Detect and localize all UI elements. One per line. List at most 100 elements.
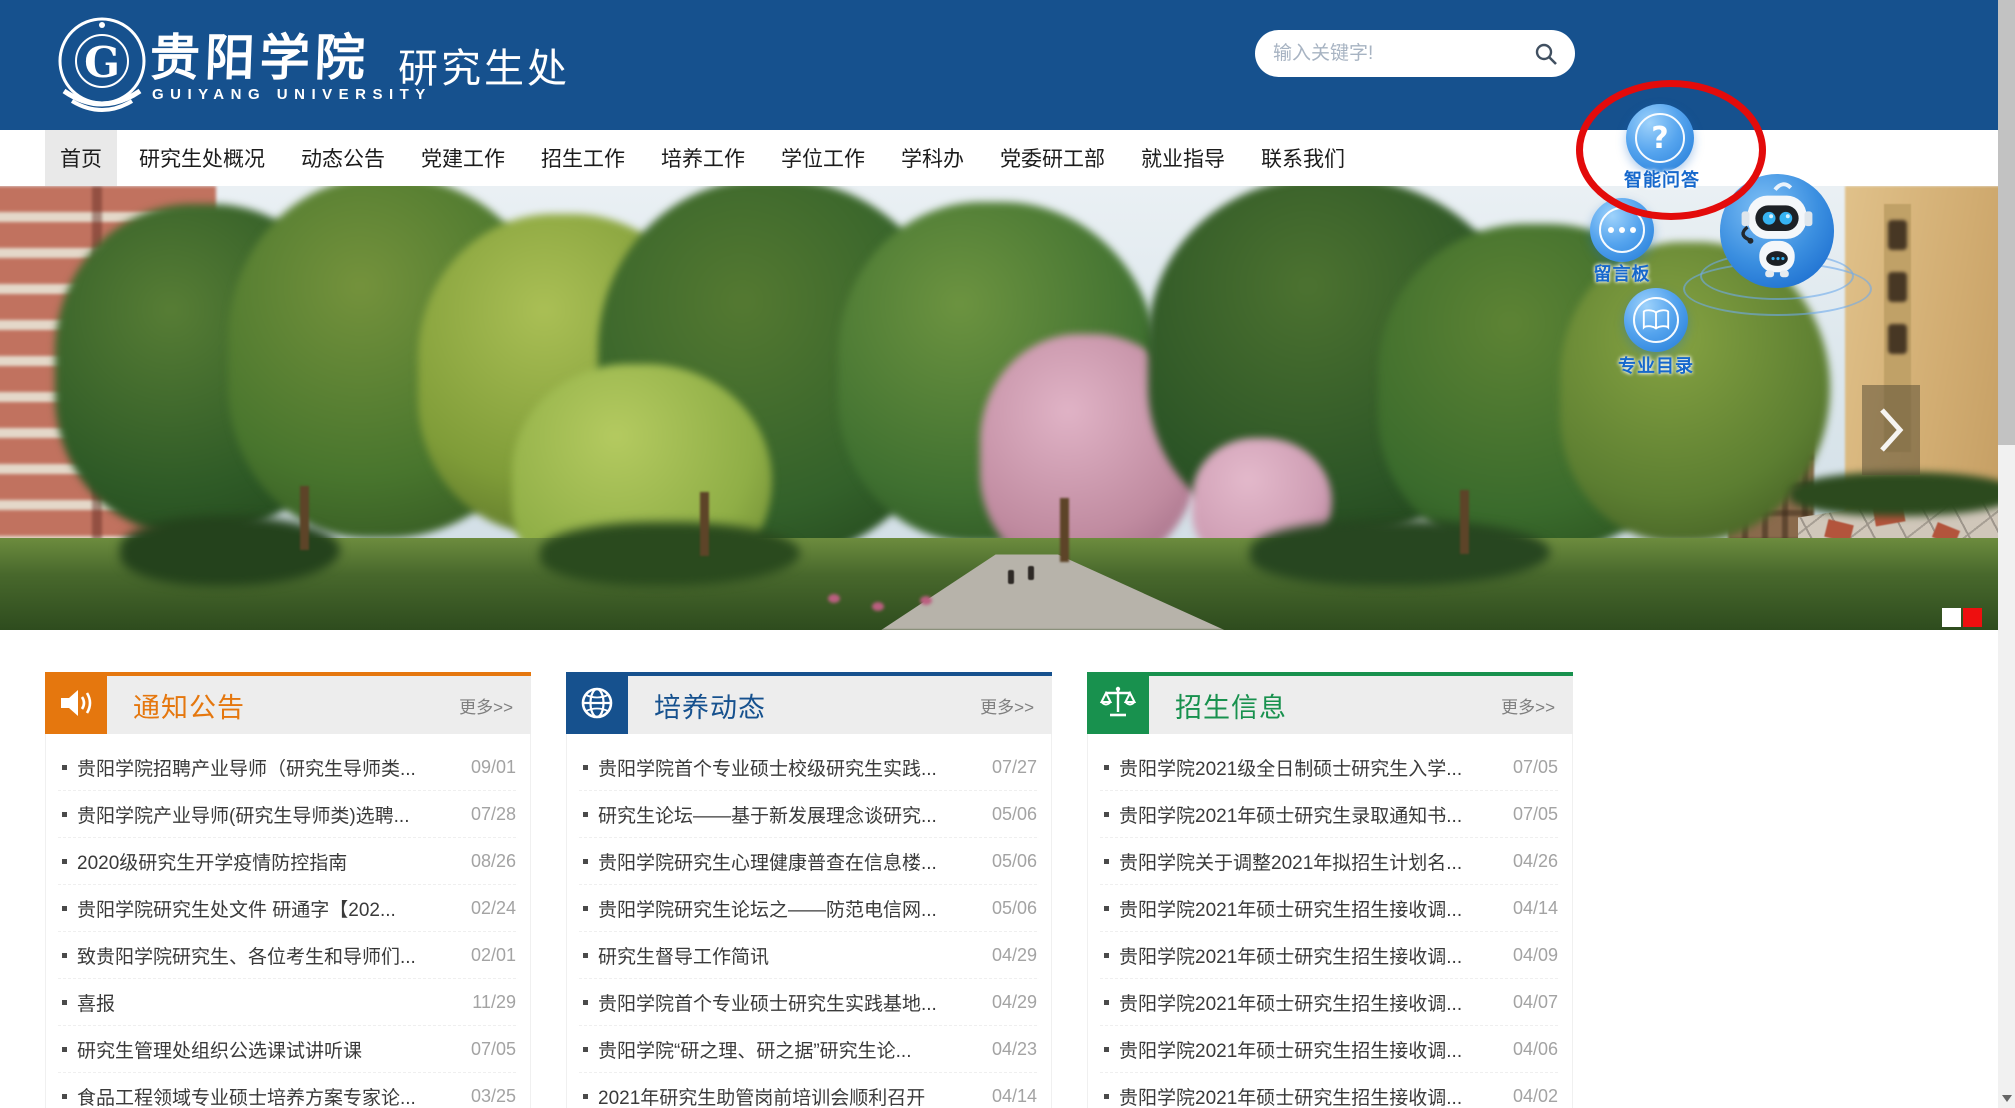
- list-item[interactable]: 贵阳学院“研之理、研之据”研究生论...04/23: [579, 1026, 1037, 1073]
- news-date: 07/28: [471, 804, 516, 825]
- news-link[interactable]: 研究生论坛——基于新发展理念谈研究...: [598, 801, 978, 828]
- news-link[interactable]: 食品工程领域专业硕士培养方案专家论...: [77, 1083, 457, 1108]
- nav-item-admissions[interactable]: 招生工作: [541, 130, 625, 186]
- list-item[interactable]: 贵阳学院2021年硕士研究生招生接收调...04/07: [1100, 979, 1558, 1026]
- next-arrow-icon: [1876, 404, 1906, 456]
- message-board-button[interactable]: [1590, 198, 1654, 262]
- bullet-icon: [62, 953, 67, 958]
- news-link[interactable]: 贵阳学院2021年硕士研究生招生接收调...: [1119, 989, 1499, 1016]
- scrollbar-thumb[interactable]: [1998, 0, 2015, 445]
- bullet-icon: [62, 906, 67, 911]
- list-item[interactable]: 贵阳学院首个专业硕士校级研究生实践...07/27: [579, 744, 1037, 791]
- speaker-icon: [58, 686, 94, 720]
- nav-item-training[interactable]: 培养工作: [661, 130, 745, 186]
- nav-item-announcements[interactable]: 动态公告: [301, 130, 385, 186]
- more-link[interactable]: 更多>>: [459, 693, 513, 718]
- list-item[interactable]: 贵阳学院关于调整2021年拟招生计划名...04/26: [1100, 838, 1558, 885]
- list-item[interactable]: 研究生督导工作简讯04/29: [579, 932, 1037, 979]
- list-item[interactable]: 2020级研究生开学疫情防控指南08/26: [58, 838, 516, 885]
- list-item[interactable]: 贵阳学院研究生论坛之——防范电信网... 05/06: [579, 885, 1037, 932]
- carousel-dot-2-active[interactable]: [1963, 608, 1982, 627]
- more-link[interactable]: 更多>>: [980, 693, 1034, 718]
- news-panels: 通知公告 更多>> 贵阳学院招聘产业导师（研究生导师类...09/01贵阳学院产…: [45, 672, 1573, 1108]
- news-link[interactable]: 贵阳学院2021年硕士研究生招生接收调...: [1119, 942, 1499, 969]
- nav-item-home[interactable]: 首页: [45, 130, 117, 186]
- nav-item-discipline[interactable]: 学科办: [901, 130, 964, 186]
- bullet-icon: [62, 1094, 67, 1099]
- bullet-icon: [1104, 859, 1109, 864]
- chat-dots-icon: [1599, 207, 1645, 253]
- nav-item-career[interactable]: 就业指导: [1141, 130, 1225, 186]
- list-item[interactable]: 贵阳学院2021年硕士研究生录取通知书...07/05: [1100, 791, 1558, 838]
- news-link[interactable]: 贵阳学院产业导师(研究生导师类)选聘...: [77, 801, 457, 828]
- main-nav: 首页 研究生处概况 动态公告 党建工作 招生工作 培养工作 学位工作 学科办 党…: [0, 130, 2015, 186]
- news-date: 05/06: [992, 804, 1037, 825]
- list-item[interactable]: 研究生论坛——基于新发展理念谈研究... 05/06: [579, 791, 1037, 838]
- nav-item-party-building[interactable]: 党建工作: [421, 130, 505, 186]
- news-link[interactable]: 贵阳学院研究生心理健康普查在信息楼...: [598, 848, 978, 875]
- news-link[interactable]: 2020级研究生开学疫情防控指南: [77, 848, 457, 875]
- nav-item-contact[interactable]: 联系我们: [1261, 130, 1345, 186]
- search-icon[interactable]: [1533, 41, 1559, 67]
- bullet-icon: [1104, 1094, 1109, 1099]
- news-date: 04/09: [1513, 945, 1558, 966]
- list-item[interactable]: 贵阳学院2021级全日制硕士研究生入学...07/05: [1100, 744, 1558, 791]
- list-item[interactable]: 贵阳学院产业导师(研究生导师类)选聘... 07/28: [58, 791, 516, 838]
- news-link[interactable]: 致贵阳学院研究生、各位考生和导师们...: [77, 942, 457, 969]
- news-link[interactable]: 贵阳学院2021年硕士研究生招生接收调...: [1119, 895, 1499, 922]
- news-link[interactable]: 贵阳学院“研之理、研之据”研究生论...: [598, 1036, 978, 1063]
- list-item[interactable]: 致贵阳学院研究生、各位考生和导师们...02/01: [58, 932, 516, 979]
- nav-item-overview[interactable]: 研究生处概况: [139, 130, 265, 186]
- university-logo[interactable]: G: [50, 13, 154, 117]
- news-link[interactable]: 贵阳学院2021年硕士研究生招生接收调...: [1119, 1083, 1499, 1108]
- news-link[interactable]: 贵阳学院招聘产业导师（研究生导师类...: [77, 754, 457, 781]
- news-link[interactable]: 贵阳学院2021年硕士研究生录取通知书...: [1119, 801, 1499, 828]
- smart-qa-button[interactable]: ?: [1626, 104, 1694, 172]
- more-link[interactable]: 更多>>: [1501, 693, 1555, 718]
- bullet-icon: [62, 1047, 67, 1052]
- list-item[interactable]: 贵阳学院2021年硕士研究生招生接收调... 04/09: [1100, 932, 1558, 979]
- list-item[interactable]: 食品工程领域专业硕士培养方案专家论...03/25: [58, 1073, 516, 1108]
- news-link[interactable]: 贵阳学院2021年硕士研究生招生接收调...: [1119, 1036, 1499, 1063]
- news-link[interactable]: 2021年研究生助管岗前培训会顺利召开: [598, 1083, 978, 1108]
- news-link[interactable]: 研究生督导工作简讯: [598, 942, 978, 969]
- news-link[interactable]: 喜报: [77, 989, 458, 1016]
- news-date: 07/05: [471, 1039, 516, 1060]
- news-link[interactable]: 贵阳学院关于调整2021年拟招生计划名...: [1119, 848, 1499, 875]
- list-item[interactable]: 贵阳学院首个专业硕士研究生实践基地...04/29: [579, 979, 1037, 1026]
- robot-mascot[interactable]: [1718, 172, 1836, 290]
- panel-title: 通知公告: [133, 686, 245, 725]
- news-date: 04/14: [1513, 898, 1558, 919]
- search-box[interactable]: [1255, 30, 1575, 77]
- carousel-dot-1[interactable]: [1942, 608, 1961, 627]
- list-item[interactable]: 研究生管理处组织公选课试讲听课 07/05: [58, 1026, 516, 1073]
- news-date: 05/06: [992, 851, 1037, 872]
- scrollbar-track[interactable]: [1998, 0, 2015, 1108]
- panel-title: 招生信息: [1175, 686, 1287, 725]
- list-item[interactable]: 贵阳学院2021年硕士研究生招生接收调...04/06: [1100, 1026, 1558, 1073]
- list-item[interactable]: 喜报11/29: [58, 979, 516, 1026]
- nav-item-degree[interactable]: 学位工作: [781, 130, 865, 186]
- news-link[interactable]: 贵阳学院研究生处文件 研通字【202...: [77, 895, 457, 922]
- list-item[interactable]: 贵阳学院招聘产业导师（研究生导师类...09/01: [58, 744, 516, 791]
- news-link[interactable]: 贵阳学院首个专业硕士研究生实践基地...: [598, 989, 978, 1016]
- list-item[interactable]: 贵阳学院2021年硕士研究生招生接收调... 04/14: [1100, 885, 1558, 932]
- smart-qa-label[interactable]: 智能问答: [1618, 166, 1706, 192]
- major-catalog-button[interactable]: [1624, 288, 1688, 352]
- carousel-next-button[interactable]: [1862, 385, 1920, 475]
- news-link[interactable]: 贵阳学院2021级全日制硕士研究生入学...: [1119, 754, 1499, 781]
- scrollbar-down-arrow[interactable]: [2002, 1095, 2012, 1102]
- svg-text:G: G: [84, 38, 120, 87]
- news-link[interactable]: 贵阳学院研究生论坛之——防范电信网...: [598, 895, 978, 922]
- major-catalog-label[interactable]: 专业目录: [1606, 352, 1706, 378]
- news-date: 05/06: [992, 898, 1037, 919]
- news-link[interactable]: 研究生管理处组织公选课试讲听课: [77, 1036, 457, 1063]
- news-link[interactable]: 贵阳学院首个专业硕士校级研究生实践...: [598, 754, 978, 781]
- list-item[interactable]: 贵阳学院研究生心理健康普查在信息楼... 05/06: [579, 838, 1037, 885]
- nav-item-committee[interactable]: 党委研工部: [1000, 130, 1105, 186]
- list-item[interactable]: 2021年研究生助管岗前培训会顺利召开04/14: [579, 1073, 1037, 1108]
- list-item[interactable]: 贵阳学院2021年硕士研究生招生接收调...04/02: [1100, 1073, 1558, 1108]
- list-item[interactable]: 贵阳学院研究生处文件 研通字【202...02/24: [58, 885, 516, 932]
- message-board-label[interactable]: 留言板: [1586, 260, 1658, 286]
- search-input[interactable]: [1271, 42, 1533, 66]
